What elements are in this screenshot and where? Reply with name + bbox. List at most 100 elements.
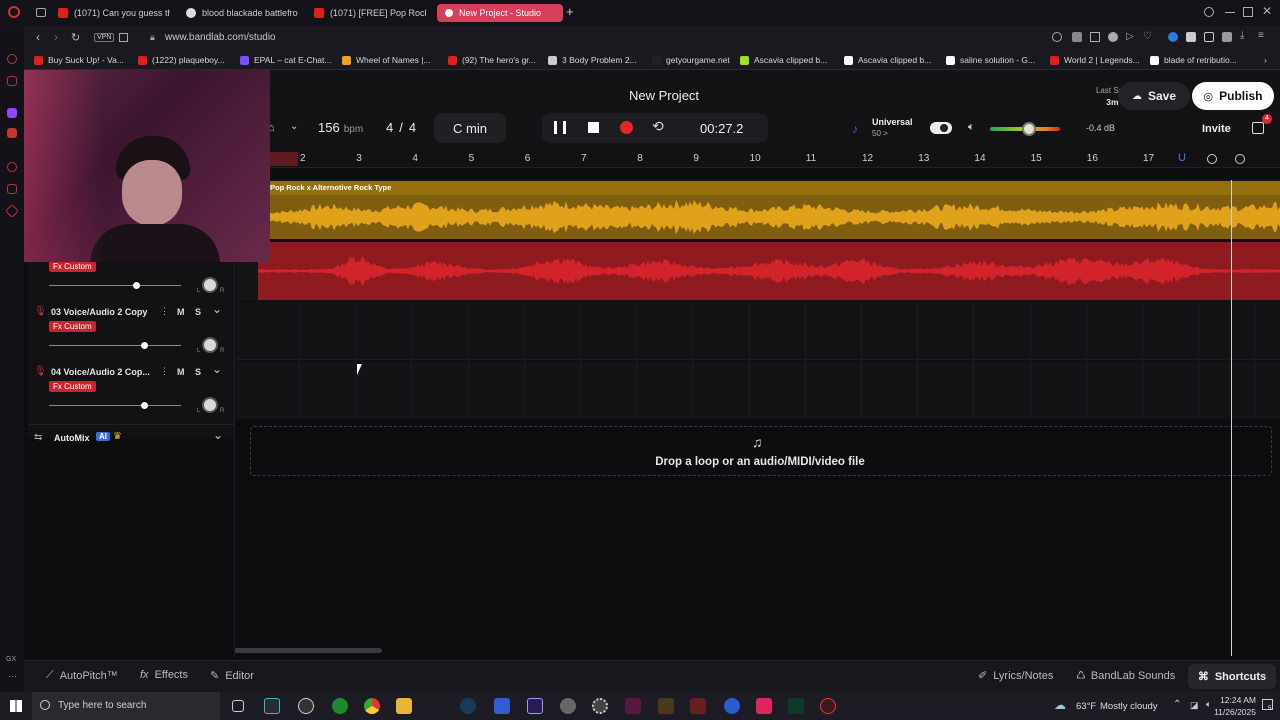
track-04-name[interactable]: 04 Voice/Audio 2 Cop... [51,367,150,377]
tray-chevron-icon[interactable]: ⌃ [1173,699,1181,710]
maximize-button[interactable] [1243,7,1253,17]
bookmark-item[interactable]: Ascavia clipped b... [740,53,827,67]
track-03-mute-button[interactable]: M [177,307,185,317]
bookmark-item[interactable]: (1222) plaqueboy... [138,53,225,67]
fx-custom-badge-track-03[interactable]: Fx Custom [49,321,96,332]
bookmarks-overflow-icon[interactable]: › [1264,53,1267,67]
gx-label-icon[interactable]: GX [6,656,16,663]
track-lane-3[interactable] [236,302,1280,360]
extension-icon-5[interactable] [1204,32,1214,42]
history-icon[interactable] [7,184,17,194]
bookmark-item[interactable]: World 2 | Legends... [1050,53,1140,67]
app-taskbar-icon-7[interactable] [724,698,740,714]
zoom-in-icon[interactable] [1235,154,1245,164]
tab-bandlab-studio[interactable]: New Project - Studio [437,4,563,22]
app-taskbar-icon-9[interactable] [820,698,836,714]
horizontal-scrollbar[interactable] [234,648,382,653]
minimize-button[interactable] [1225,12,1235,13]
forward-icon[interactable]: › [54,30,58,44]
track-04-pan-knob[interactable] [202,397,218,413]
track-2-volume-slider[interactable] [49,285,181,286]
stop-button[interactable] [588,122,599,133]
sidebar-app-icon[interactable] [7,76,17,86]
app-taskbar-icon-5[interactable] [658,698,674,714]
key-control[interactable]: C min [434,113,506,143]
weather-temp[interactable]: 63°F [1076,701,1096,712]
network-icon[interactable]: ◪ [1190,700,1199,711]
search-tabs-icon[interactable] [1204,7,1214,17]
twitch-icon[interactable] [7,108,17,118]
track-lane-4[interactable] [236,361,1280,419]
universal-value[interactable]: 50 > [872,129,888,138]
bookmark-item[interactable]: blade of retributio... [1150,53,1237,67]
shortcuts-button[interactable]: ⌘ Shortcuts [1188,664,1276,689]
more-icon[interactable]: ··· [8,671,17,681]
task-view-icon[interactable] [232,700,244,712]
app-taskbar-icon-4[interactable] [625,698,641,714]
zoom-out-icon[interactable] [1207,154,1217,164]
audio-region-voice[interactable] [258,242,1280,300]
play-extension-icon[interactable]: ▷ [1126,31,1134,42]
audio-region-pop-rock[interactable]: Pop Rock x Alternotive Rock Type [268,181,1280,239]
timeline-ruler[interactable]: 2 3 4 5 6 7 8 9 10 11 12 13 14 15 16 17 [268,150,1280,168]
playhead[interactable] [1231,180,1233,656]
tab-overview-icon[interactable] [36,8,46,17]
app-taskbar-icon-2[interactable] [494,698,510,714]
download-icon[interactable]: ⤓ [1240,30,1244,41]
bookmark-item[interactable]: saline solution - G... [946,53,1035,67]
track-03-volume-knob[interactable] [141,342,149,349]
chrome-taskbar-icon[interactable] [364,698,380,714]
automix-expand-icon[interactable]: ⌄ [213,428,223,442]
extension-icon-1[interactable] [1072,32,1082,42]
bookmark-item[interactable]: Wheel of Names |... [342,53,430,67]
bookmark-item[interactable]: 3 Body Problem 2... [548,53,637,67]
blue-extension-icon[interactable] [1168,32,1178,42]
tab-youtube-2[interactable]: (1071) [FREE] Pop Rock x [314,4,426,22]
reader-icon[interactable] [119,33,128,42]
tiktok-taskbar-icon[interactable] [756,698,772,714]
master-volume-knob[interactable] [1021,122,1036,136]
file-explorer-taskbar-icon[interactable] [396,698,412,714]
app-taskbar-icon-6[interactable] [690,698,706,714]
editor-button[interactable]: ✎ Editor [210,669,254,683]
bookmark-item[interactable]: getyourgame.net [652,53,730,67]
loop-icon[interactable]: ⟲ [652,118,664,135]
steam-taskbar-icon[interactable] [460,698,476,714]
favorites-heart-icon[interactable] [7,162,17,172]
extension-icon-2[interactable] [1090,32,1100,42]
pinboard-icon[interactable] [4,203,20,219]
metronome-dropdown-icon[interactable]: ⌄ [290,121,298,132]
fx-custom-badge-track-04[interactable]: Fx Custom [49,381,96,392]
app-taskbar-icon-1[interactable] [298,698,314,714]
track-04-solo-button[interactable]: S [195,367,201,377]
url-text[interactable]: www.bandlab.com/studio [165,32,276,43]
bookmark-item[interactable]: (92) The hero's gr... [448,53,536,67]
sidebar-youtube-icon[interactable] [7,128,17,138]
track-04-mute-button[interactable]: M [177,367,185,377]
bandlab-sounds-button[interactable]: ♺ BandLab Sounds [1076,669,1175,683]
lyrics-notes-button[interactable]: ✐ Lyrics/Notes [978,669,1053,683]
track-03-more-icon[interactable]: ⋮ [160,306,169,317]
tab-youtube-1[interactable]: (1071) Can you guess the [58,4,170,22]
heart-icon[interactable]: ♡ [1143,31,1152,42]
time-signature-control[interactable]: 4 / 4 [386,120,416,135]
save-button[interactable]: ☁︎ Save [1118,82,1190,110]
effects-button[interactable]: fx Effects [140,669,188,681]
speaker-icon[interactable]: 🔈︎ [968,121,975,134]
loop-region-marker[interactable] [270,152,298,166]
messenger-icon[interactable] [7,54,17,64]
snap-magnet-icon[interactable]: U [1178,152,1186,164]
pause-button[interactable] [554,121,566,134]
after-effects-taskbar-icon[interactable] [527,698,543,714]
track-03-solo-button[interactable]: S [195,307,201,317]
xbox-taskbar-icon[interactable] [332,698,348,714]
clock-date[interactable]: 11/26/2025 [1200,707,1256,717]
app-taskbar-icon-3[interactable] [560,698,576,714]
track-2-pan-knob[interactable] [202,277,218,293]
extensions-puzzle-icon[interactable] [1222,32,1232,42]
new-tab-button[interactable]: + [566,4,574,19]
fx-custom-badge-track-2[interactable]: Fx Custom [49,261,96,272]
opera-gx-taskbar-icon[interactable] [264,698,280,714]
reload-icon[interactable]: ↻ [71,31,80,44]
back-icon[interactable]: ‹ [36,30,40,44]
